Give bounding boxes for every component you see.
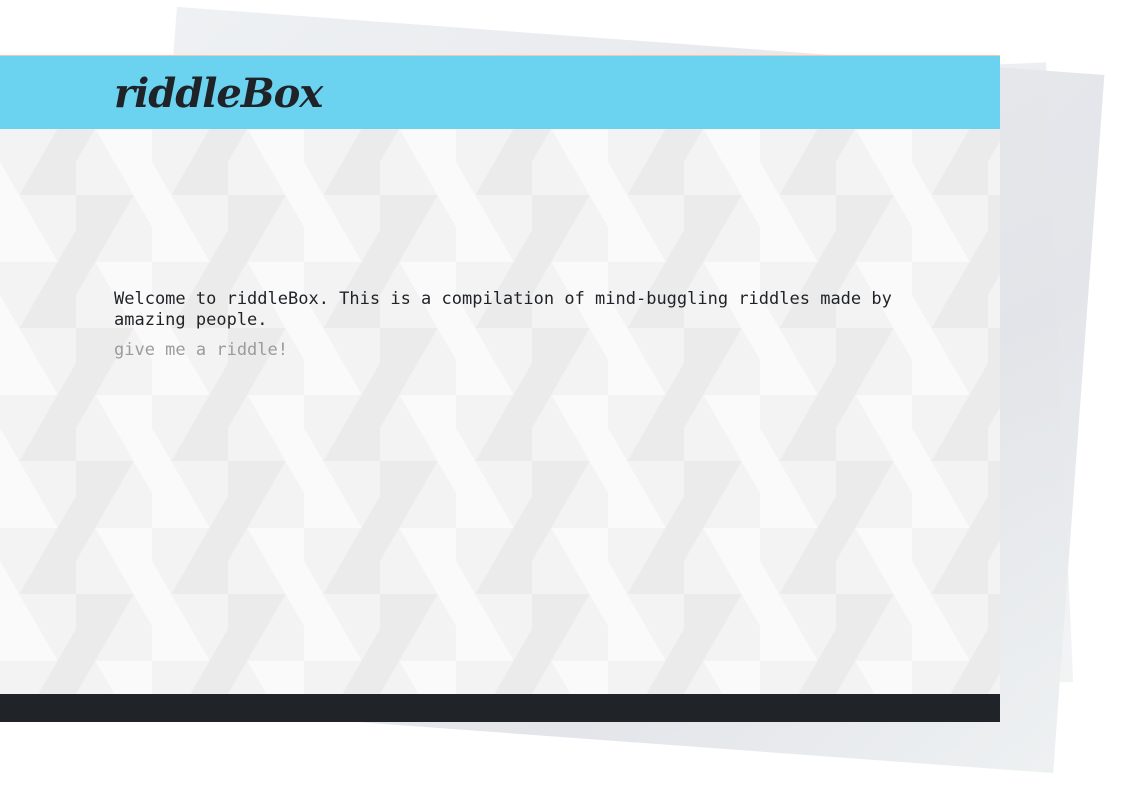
main-content: Welcome to riddleBox. This is a compilat… bbox=[0, 129, 1000, 694]
give-riddle-link[interactable]: give me a riddle! bbox=[114, 340, 288, 361]
page: riddleBox Welcome to riddleBox. This is … bbox=[0, 0, 1127, 787]
welcome-text: Welcome to riddleBox. This is a compilat… bbox=[114, 289, 892, 330]
header-bar: riddleBox bbox=[0, 55, 1000, 129]
footer-bar bbox=[0, 694, 1000, 722]
app-window: riddleBox Welcome to riddleBox. This is … bbox=[0, 55, 1000, 722]
brand-logo[interactable]: riddleBox bbox=[114, 70, 323, 118]
